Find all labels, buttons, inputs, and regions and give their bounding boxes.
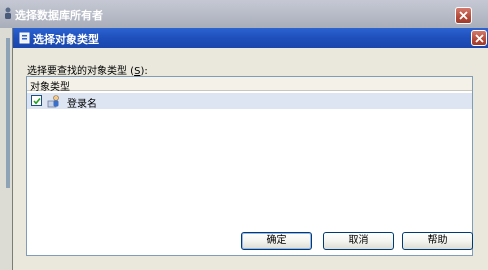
column-header-object-type[interactable]: 对象类型 [27,77,472,93]
dialog-close-button[interactable] [471,30,487,46]
dialog-title: 选择对象类型 [33,33,99,46]
parent-close-button[interactable] [455,7,472,24]
close-icon [459,11,468,20]
column-header-label: 对象类型 [30,82,70,93]
list-item-label: 登录名 [67,99,97,110]
checkmark-icon [33,97,41,105]
object-types-list[interactable]: 对象类型 登录名 [26,76,473,256]
list-item-login[interactable]: 登录名 [27,93,472,110]
help-button[interactable]: 帮助 [402,232,473,250]
login-checkbox[interactable] [31,95,42,106]
user-group-icon [3,7,13,21]
dialog-titlebar[interactable]: 选择对象类型 [13,28,488,48]
cancel-button[interactable]: 取消 [323,232,394,250]
parent-window-title: 选择数据库所有者 [15,9,103,22]
object-type-icon [19,32,30,44]
login-user-icon [47,94,61,108]
parent-sidebar-strip [6,38,10,188]
close-icon [475,34,484,43]
object-types-prompt: 选择要查找的对象类型 (S): [27,62,148,77]
parent-window-titlebar: 选择数据库所有者 [0,0,488,28]
ok-button[interactable]: 确定 [241,232,312,250]
